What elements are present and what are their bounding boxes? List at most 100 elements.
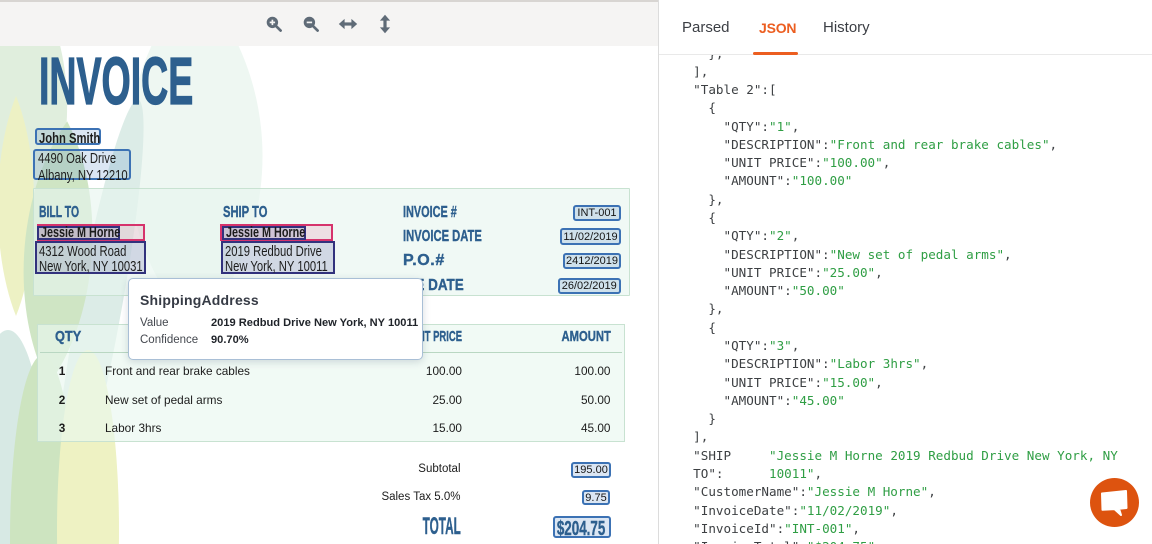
ship-to-address-text: 2019 Redbud Drive New York, NY 10011 [225, 244, 328, 275]
json-code[interactable]: }, ], "Table 2":[ { "QTY":"1", "DESCRIPT… [678, 45, 1118, 544]
json-token: "$204.75" [807, 539, 875, 544]
bill-to-address-text: 4312 Wood Road New York, NY 10031 [39, 244, 143, 275]
tooltip-title: ShippingAddress [140, 292, 259, 308]
json-token: , [875, 265, 883, 280]
ship-to-address-line1: 2019 Redbud Drive [225, 244, 328, 259]
total-value: $204.75 [557, 519, 605, 539]
chat-bubble-icon [1090, 478, 1139, 527]
row-unit-price: 100.00 [426, 364, 462, 378]
table-row: 2 New set of pedal arms 25.00 50.00 [0, 393, 658, 408]
json-token: "QTY": [678, 338, 769, 353]
sales-tax-value: 9.75 [585, 492, 606, 504]
tab-parsed[interactable]: Parsed [682, 19, 730, 36]
tooltip-confidence: 90.70% [211, 334, 249, 346]
fit-width-icon [338, 14, 358, 34]
zoom-in-button[interactable] [264, 14, 284, 34]
json-token: "Table 2":[ [678, 82, 777, 97]
viewer-toolbar [0, 0, 658, 46]
entity-box-shipping-name[interactable]: Jessie M Horne [222, 226, 306, 240]
json-token: "Labor 3hrs" [830, 356, 921, 371]
entity-box-billing-address[interactable]: 4312 Wood Road New York, NY 10031 [35, 241, 146, 274]
zoom-out-button[interactable] [301, 14, 321, 34]
json-token: } [678, 411, 716, 426]
subtotal-label: Subtotal [418, 463, 460, 475]
from-address-line2: Albany, NY 12210 [38, 167, 128, 184]
bill-to-address-line1: 4312 Wood Road [39, 244, 143, 259]
entity-box-total[interactable]: $204.75 [553, 516, 611, 538]
entity-box-invoice-number[interactable]: INT-001 [573, 205, 621, 221]
total-label: TOTAL [422, 515, 460, 539]
json-token: , [921, 356, 929, 371]
entity-tooltip: ShippingAddress Value 2019 Redbud Drive … [128, 278, 423, 360]
json-token: "Front and rear brake cables" [830, 137, 1050, 152]
json-token: "100.00" [792, 173, 853, 188]
json-token: "UNIT PRICE": [678, 155, 822, 170]
json-token: { [678, 320, 716, 335]
entity-box-sales-tax[interactable]: 9.75 [582, 490, 610, 505]
json-token: 10011" [769, 466, 815, 481]
entity-box-shipping-address[interactable]: 2019 Redbud Drive New York, NY 10011 [221, 241, 335, 274]
row-description: Labor 3hrs [105, 421, 161, 435]
json-token: "45.00" [792, 393, 845, 408]
po-number-value: 2412/2019 [566, 255, 618, 267]
json-token: }, [678, 301, 724, 316]
json-token: , [792, 338, 800, 353]
sales-tax-label: Sales Tax 5.0% [381, 491, 460, 503]
meta-label-po-number: P.O.# [403, 251, 445, 271]
entity-box-po-number[interactable]: 2412/2019 [563, 253, 621, 270]
fit-height-icon [375, 14, 395, 34]
row-description: New set of pedal arms [105, 393, 222, 407]
chat-widget-button[interactable] [1090, 478, 1139, 527]
json-token: "CustomerName": [678, 484, 807, 499]
entity-box-customer-name[interactable]: John Smith [35, 128, 101, 145]
document-viewer-panel: INVOICE John Smith 4490 Oak Drive Albany… [0, 0, 658, 544]
entity-box-subtotal[interactable]: 195.00 [571, 462, 611, 478]
json-token: "DESCRIPTION": [678, 247, 830, 262]
invoice-number-value: INT-001 [577, 207, 616, 219]
entity-box-due-date[interactable]: 26/02/2019 [558, 278, 622, 295]
zoom-out-icon [301, 14, 321, 34]
invoice-title: INVOICE [39, 47, 193, 117]
json-token: TO": [678, 466, 769, 481]
bill-to-address-line2: New York, NY 10031 [39, 259, 143, 274]
tab-json[interactable]: JSON [759, 20, 796, 36]
json-token: , [875, 375, 883, 390]
meta-label-invoice-date: INVOICE DATE [403, 227, 482, 247]
json-token: "DESCRIPTION": [678, 356, 830, 371]
json-token: "100.00" [822, 155, 883, 170]
entity-box-customer-address[interactable]: 4490 Oak Drive Albany, NY 12210 [33, 149, 131, 180]
json-token: ], [678, 429, 708, 444]
json-token: "InvoiceDate": [678, 503, 799, 518]
fit-height-button[interactable] [375, 14, 395, 34]
row-description: Front and rear brake cables [105, 364, 250, 378]
json-token: "Jessie M Horne 2019 Redbud Drive New Yo… [769, 448, 1118, 463]
json-token: , [890, 503, 898, 518]
tooltip-confidence-label: Confidence [140, 334, 198, 346]
from-address-line1: 4490 Oak Drive [38, 150, 128, 167]
bill-to-name: Jessie M Horne [41, 227, 120, 239]
json-token: { [678, 100, 716, 115]
entity-box-billing-name[interactable]: Jessie M Horne [37, 226, 120, 240]
json-token: , [792, 119, 800, 134]
ship-to-address-line2: New York, NY 10011 [225, 259, 328, 274]
json-token: "15.00" [822, 375, 875, 390]
tab-bar: Parsed JSON History [659, 0, 1152, 55]
tab-history[interactable]: History [823, 19, 870, 36]
json-token: "QTY": [678, 228, 769, 243]
row-unit-price: 15.00 [432, 421, 462, 435]
json-token: "2" [769, 228, 792, 243]
entity-box-invoice-date[interactable]: 11/02/2019 [560, 228, 621, 245]
json-token: "New set of pedal arms" [830, 247, 1004, 262]
json-token: "UNIT PRICE": [678, 265, 822, 280]
json-token: , [792, 228, 800, 243]
json-token: , [883, 155, 891, 170]
json-token: "25.00" [822, 265, 875, 280]
tooltip-value-label: Value [140, 317, 169, 329]
row-qty: 1 [50, 364, 74, 378]
row-unit-price: 25.00 [432, 393, 462, 407]
row-amount: 100.00 [574, 364, 610, 378]
zoom-in-icon [264, 14, 284, 34]
json-token: { [678, 210, 716, 225]
due-date-value: 26/02/2019 [562, 280, 617, 292]
fit-width-button[interactable] [338, 14, 358, 34]
